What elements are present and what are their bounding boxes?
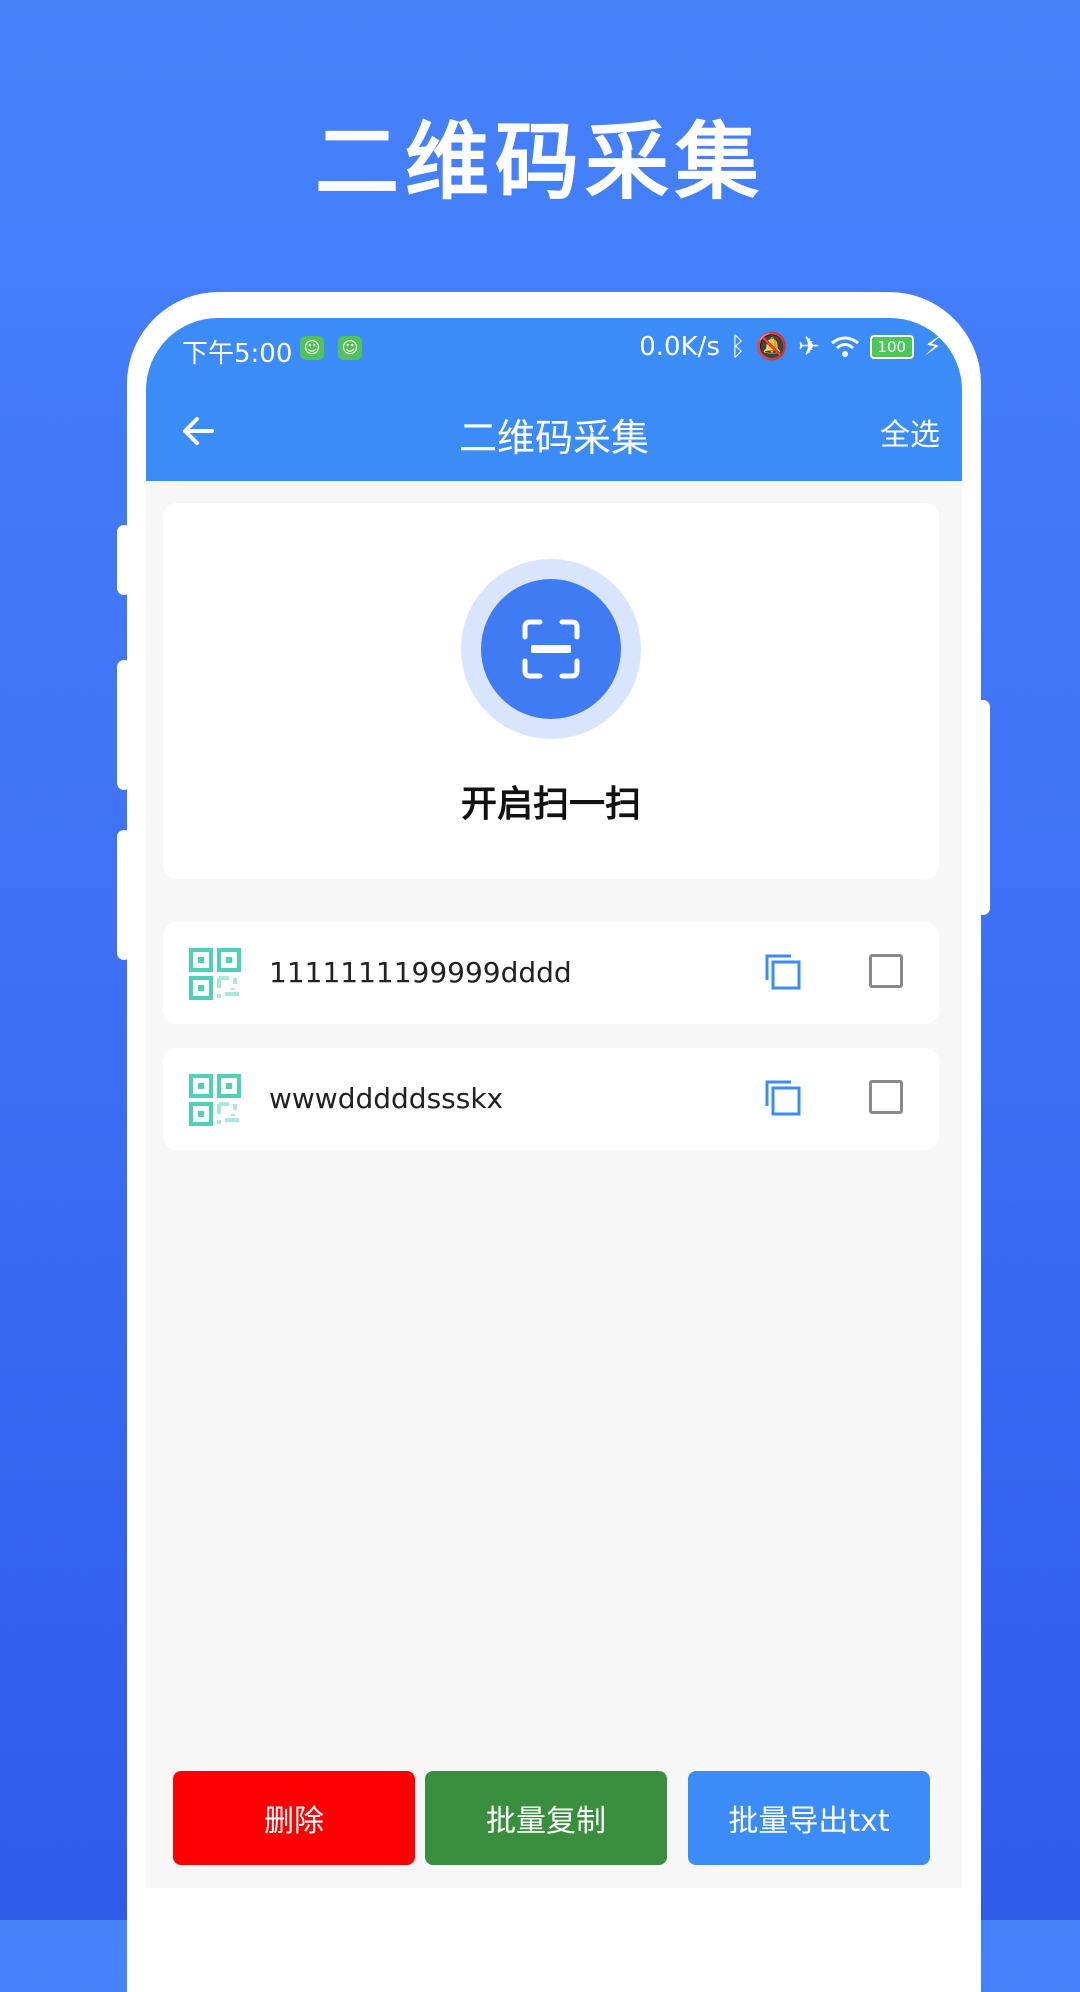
battery-icon: 100: [869, 335, 914, 359]
side-button-right: [976, 700, 990, 915]
item-checkbox[interactable]: [869, 954, 903, 988]
batch-copy-button[interactable]: 批量复制: [425, 1771, 667, 1865]
mute-bell-icon: 🔕: [755, 332, 788, 362]
side-button-2: [117, 660, 131, 790]
airplane-icon: ✈: [797, 332, 820, 362]
page-title: 二维码采集: [458, 416, 649, 460]
list-item[interactable]: 1111111199999dddd: [163, 922, 939, 1024]
nav-bar: 二维码采集 全选: [146, 380, 962, 481]
status-bar: 下午5:00 ☺ ☺ 0.0K/s ᛒ 🔕 ✈ 100 ⚡: [146, 318, 962, 380]
item-text: 1111111199999dddd: [269, 956, 572, 989]
scan-card: 开启扫一扫: [163, 503, 939, 879]
bluetooth-icon: ᛒ: [729, 332, 746, 362]
app-notification-icon: ☺: [338, 336, 362, 360]
list-item[interactable]: wwwdddddssskx: [163, 1048, 939, 1150]
status-right: 0.0K/s ᛒ 🔕 ✈ 100 ⚡: [639, 332, 942, 362]
status-time: 下午5:00: [182, 339, 293, 369]
copy-icon[interactable]: [763, 1078, 803, 1118]
promo-title: 二维码采集: [314, 113, 765, 211]
scan-label: 开启扫一扫: [460, 784, 641, 825]
scan-button[interactable]: [461, 559, 641, 739]
side-button-1: [117, 525, 131, 595]
wifi-icon: [830, 336, 859, 357]
scan-icon: [522, 619, 580, 679]
side-button-3: [117, 830, 131, 960]
qr-code-icon: [189, 948, 241, 1000]
charging-icon: ⚡: [923, 332, 942, 362]
app-notification-icon: ☺: [300, 336, 324, 360]
delete-button[interactable]: 删除: [173, 1771, 415, 1865]
batch-export-button[interactable]: 批量导出txt: [688, 1771, 930, 1865]
phone-screen: 下午5:00 ☺ ☺ 0.0K/s ᛒ 🔕 ✈ 100 ⚡ 二维码采集 全选 开…: [146, 318, 962, 1888]
network-speed: 0.0K/s: [639, 332, 720, 362]
qr-code-icon: [189, 1074, 241, 1126]
scan-circle: [481, 579, 621, 719]
item-text: wwwdddddssskx: [269, 1082, 504, 1115]
copy-icon[interactable]: [763, 952, 803, 992]
select-all-button[interactable]: 全选: [880, 410, 940, 454]
item-checkbox[interactable]: [869, 1080, 903, 1114]
